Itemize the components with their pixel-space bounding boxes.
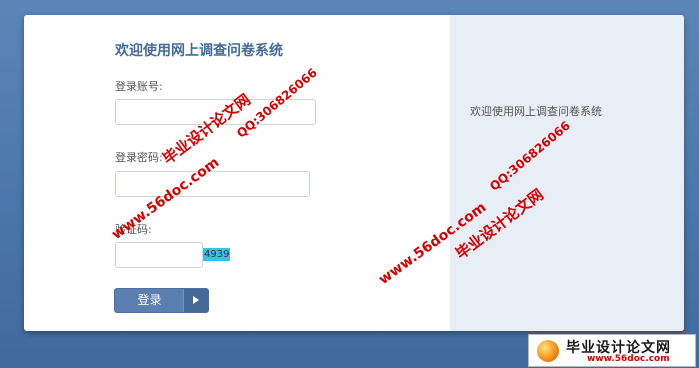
login-button[interactable]: 登录	[114, 288, 209, 313]
account-label: 登录账号:	[115, 80, 163, 93]
arrow-right-icon	[183, 289, 208, 312]
globe-icon	[537, 340, 559, 362]
corner-logo: 毕业设计论文网 www.56doc.com	[528, 334, 696, 367]
password-input[interactable]	[115, 171, 310, 197]
logo-url: www.56doc.com	[587, 354, 670, 364]
login-panel: 欢迎使用网上调查问卷系统 登录账号: 登录密码: 验证码: 4939 登录 欢迎…	[24, 15, 684, 331]
page-title: 欢迎使用网上调查问卷系统	[115, 43, 283, 59]
captcha-code[interactable]: 4939	[203, 248, 231, 261]
captcha-input[interactable]	[115, 242, 203, 268]
login-button-label: 登录	[137, 293, 162, 307]
side-panel-text: 欢迎使用网上调查问卷系统	[470, 105, 602, 118]
side-panel: 欢迎使用网上调查问卷系统	[450, 15, 684, 331]
password-label: 登录密码:	[115, 151, 163, 164]
